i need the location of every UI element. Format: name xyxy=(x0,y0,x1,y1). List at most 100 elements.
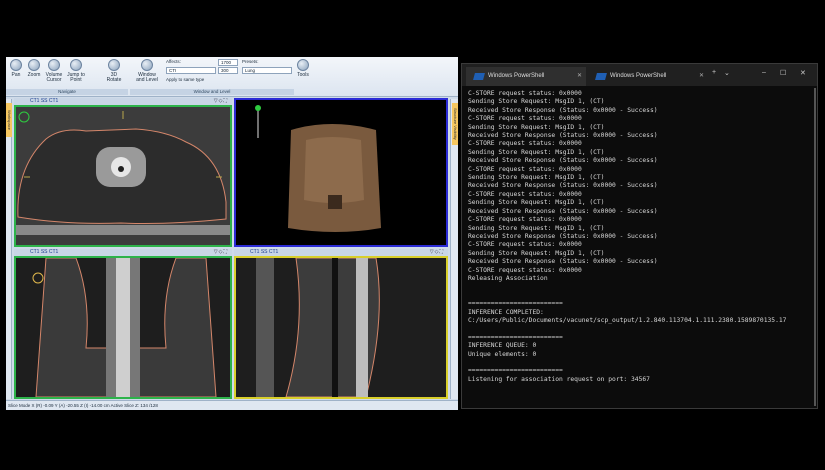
tab-powershell-2[interactable]: Windows PowerShell ✕ xyxy=(588,67,708,86)
terminal-line: Releasing Association xyxy=(468,274,548,282)
tools-button[interactable]: Tools xyxy=(296,59,310,88)
tab-powershell-1[interactable]: Windows PowerShell ✕ xyxy=(466,67,586,86)
viewport-title: CT1 SS CT1 xyxy=(250,249,279,255)
maximize-icon[interactable]: ☐ xyxy=(780,69,786,77)
zoom-button[interactable]: Zoom xyxy=(26,59,42,88)
treatment-planning-app: Pan Zoom Volume Cursor Jump to Point 3D … xyxy=(6,57,458,410)
3d-render[interactable] xyxy=(234,98,448,247)
rotate-icon xyxy=(108,59,120,71)
sagittal-image[interactable] xyxy=(234,256,448,399)
volume-cursor-button[interactable]: Volume Cursor xyxy=(45,59,63,88)
status-bar: Slice Mode X (R) -0.09 Y (A) -20.55 Z (I… xyxy=(6,400,458,410)
terminal-line: INFERENCE COMPLETED: xyxy=(468,308,544,316)
viewport-title: CT1 SS CT1 xyxy=(30,98,59,104)
terminal-line: Received Store Response (Status: 0x0000 … xyxy=(468,207,658,215)
pan-button[interactable]: Pan xyxy=(9,59,23,88)
hand-icon xyxy=(10,59,22,71)
terminal-line: ========================= xyxy=(468,367,563,375)
coronal-viewport[interactable]: CT1 SS CT1 ▽◇⛶ xyxy=(14,249,232,399)
presets-label: Presets: xyxy=(242,59,259,64)
powershell-icon xyxy=(473,73,485,80)
sagittal-viewport[interactable]: CT1 SS CT1 ▽◇⛶ xyxy=(234,249,448,399)
terminal-line: Received Store Response (Status: 0x0000 … xyxy=(468,232,658,240)
axial-viewport[interactable]: CT1 SS CT1 ▽◇⛶ xyxy=(14,98,232,247)
terminal-line: Listening for association request on por… xyxy=(468,375,650,383)
viewport-header: CT1 SS CT1 ▽◇⛶ xyxy=(14,249,232,256)
apply-same-type-checkbox[interactable]: Apply to same type xyxy=(166,77,204,82)
terminal-line: Unique elements: 0 xyxy=(468,350,537,358)
navigate-group-label: Navigate xyxy=(6,89,128,95)
3d-volume-render xyxy=(236,100,446,245)
terminal-line: Sending Store Request: MsgID 1, (CT) xyxy=(468,98,605,106)
terminal-line: C-STORE request status: 0x0000 xyxy=(468,266,582,274)
terminal-scrollbar[interactable] xyxy=(814,88,816,406)
viewport-header: CT1 SS CT1 ▽◇⛶ xyxy=(14,98,232,105)
terminal-line: Received Store Response (Status: 0x0000 … xyxy=(468,106,658,114)
pan-label: Pan xyxy=(11,72,21,78)
presets-dropdown[interactable]: Lung xyxy=(242,67,292,74)
terminal-tab-bar: Windows PowerShell ✕ Windows PowerShell … xyxy=(462,64,817,86)
coronal-image[interactable] xyxy=(14,256,232,399)
affects-label: Affects: xyxy=(166,59,181,64)
viewport-tools-icon[interactable]: ▽◇⛶ xyxy=(214,249,228,256)
terminal-line: C:/Users/Public/Documents/vacunet/scp_ou… xyxy=(468,316,787,324)
terminal-line: ========================= xyxy=(468,300,563,308)
jump-to-point-button[interactable]: Jump to Point xyxy=(66,59,86,88)
terminal-line: Received Store Response (Status: 0x0000 … xyxy=(468,258,658,266)
volume-cursor-label: Volume Cursor xyxy=(45,72,63,83)
terminal-line: C-STORE request status: 0x0000 xyxy=(468,190,582,198)
coronal-ct-image xyxy=(16,257,230,398)
crosshair-icon xyxy=(48,59,60,71)
terminal-line: INFERENCE QUEUE: 0 xyxy=(468,342,537,350)
terminal-line: C-STORE request status: 0x0000 xyxy=(468,165,582,173)
new-tab-icon[interactable]: + xyxy=(712,69,716,76)
3d-rotate-button[interactable]: 3D Rotate xyxy=(106,59,122,88)
ribbon-toolbar: Pan Zoom Volume Cursor Jump to Point 3D … xyxy=(6,57,458,97)
zoom-icon xyxy=(28,59,40,71)
close-tab-icon[interactable]: ✕ xyxy=(577,67,582,86)
axial-ct-image xyxy=(16,107,230,245)
window-input[interactable]: 1700 xyxy=(218,59,238,66)
tools-icon xyxy=(297,59,309,71)
workspace-side-tab[interactable]: Workspace xyxy=(6,99,12,399)
jump-to-point-label: Jump to Point xyxy=(67,72,85,83)
viewport-tools-icon[interactable]: ▽◇⛶ xyxy=(214,98,228,105)
viewport-header: CT1 SS CT1 ▽◇⛶ xyxy=(234,249,448,256)
terminal-line: Received Store Response (Status: 0x0000 … xyxy=(468,157,658,165)
structure-visibility-side-tab[interactable]: Structure Visibility xyxy=(450,99,458,399)
viewport-tools-icon[interactable]: ▽◇⛶ xyxy=(430,249,444,256)
chevron-down-icon[interactable]: ⌄ xyxy=(724,69,730,77)
tab-label: Windows PowerShell xyxy=(610,73,667,79)
structure-visibility-tab-label: Structure Visibility xyxy=(452,103,458,145)
sagittal-ct-image xyxy=(236,257,446,398)
powershell-icon xyxy=(595,73,607,80)
terminal-line: Sending Store Request: MsgID 1, (CT) xyxy=(468,123,605,131)
viewport-title: CT1 SS CT1 xyxy=(30,249,59,255)
terminal-line: Sending Store Request: MsgID 1, (CT) xyxy=(468,174,605,182)
powershell-window[interactable]: Windows PowerShell ✕ Windows PowerShell … xyxy=(461,63,818,409)
jump-icon xyxy=(70,59,82,71)
terminal-line: C-STORE request status: 0x0000 xyxy=(468,115,582,123)
minimize-icon[interactable]: – xyxy=(762,69,766,76)
window-level-button[interactable]: Window and Level xyxy=(136,59,158,88)
level-input[interactable]: 300 xyxy=(218,67,238,74)
axial-image[interactable] xyxy=(14,105,232,247)
3d-viewport[interactable] xyxy=(234,98,448,247)
terminal-line: C-STORE request status: 0x0000 xyxy=(468,241,582,249)
terminal-line: ========================= xyxy=(468,333,563,341)
zoom-label: Zoom xyxy=(27,72,41,78)
workspace-tab-label: Workspace xyxy=(6,103,12,137)
close-tab-icon[interactable]: ✕ xyxy=(699,67,704,86)
terminal-line: C-STORE request status: 0x0000 xyxy=(468,90,582,97)
window-level-group-label: Window and Level xyxy=(130,89,294,95)
terminal-line: Sending Store Request: MsgID 1, (CT) xyxy=(468,199,605,207)
affects-dropdown[interactable]: CTI xyxy=(166,67,216,74)
3d-rotate-label: 3D Rotate xyxy=(106,72,122,83)
window-level-icon xyxy=(141,59,153,71)
tools-label: Tools xyxy=(297,72,309,78)
close-window-icon[interactable]: ✕ xyxy=(800,69,806,77)
terminal-line: C-STORE request status: 0x0000 xyxy=(468,140,582,148)
terminal-output[interactable]: C-STORE request status: 0x0000 Sending St… xyxy=(468,90,813,408)
